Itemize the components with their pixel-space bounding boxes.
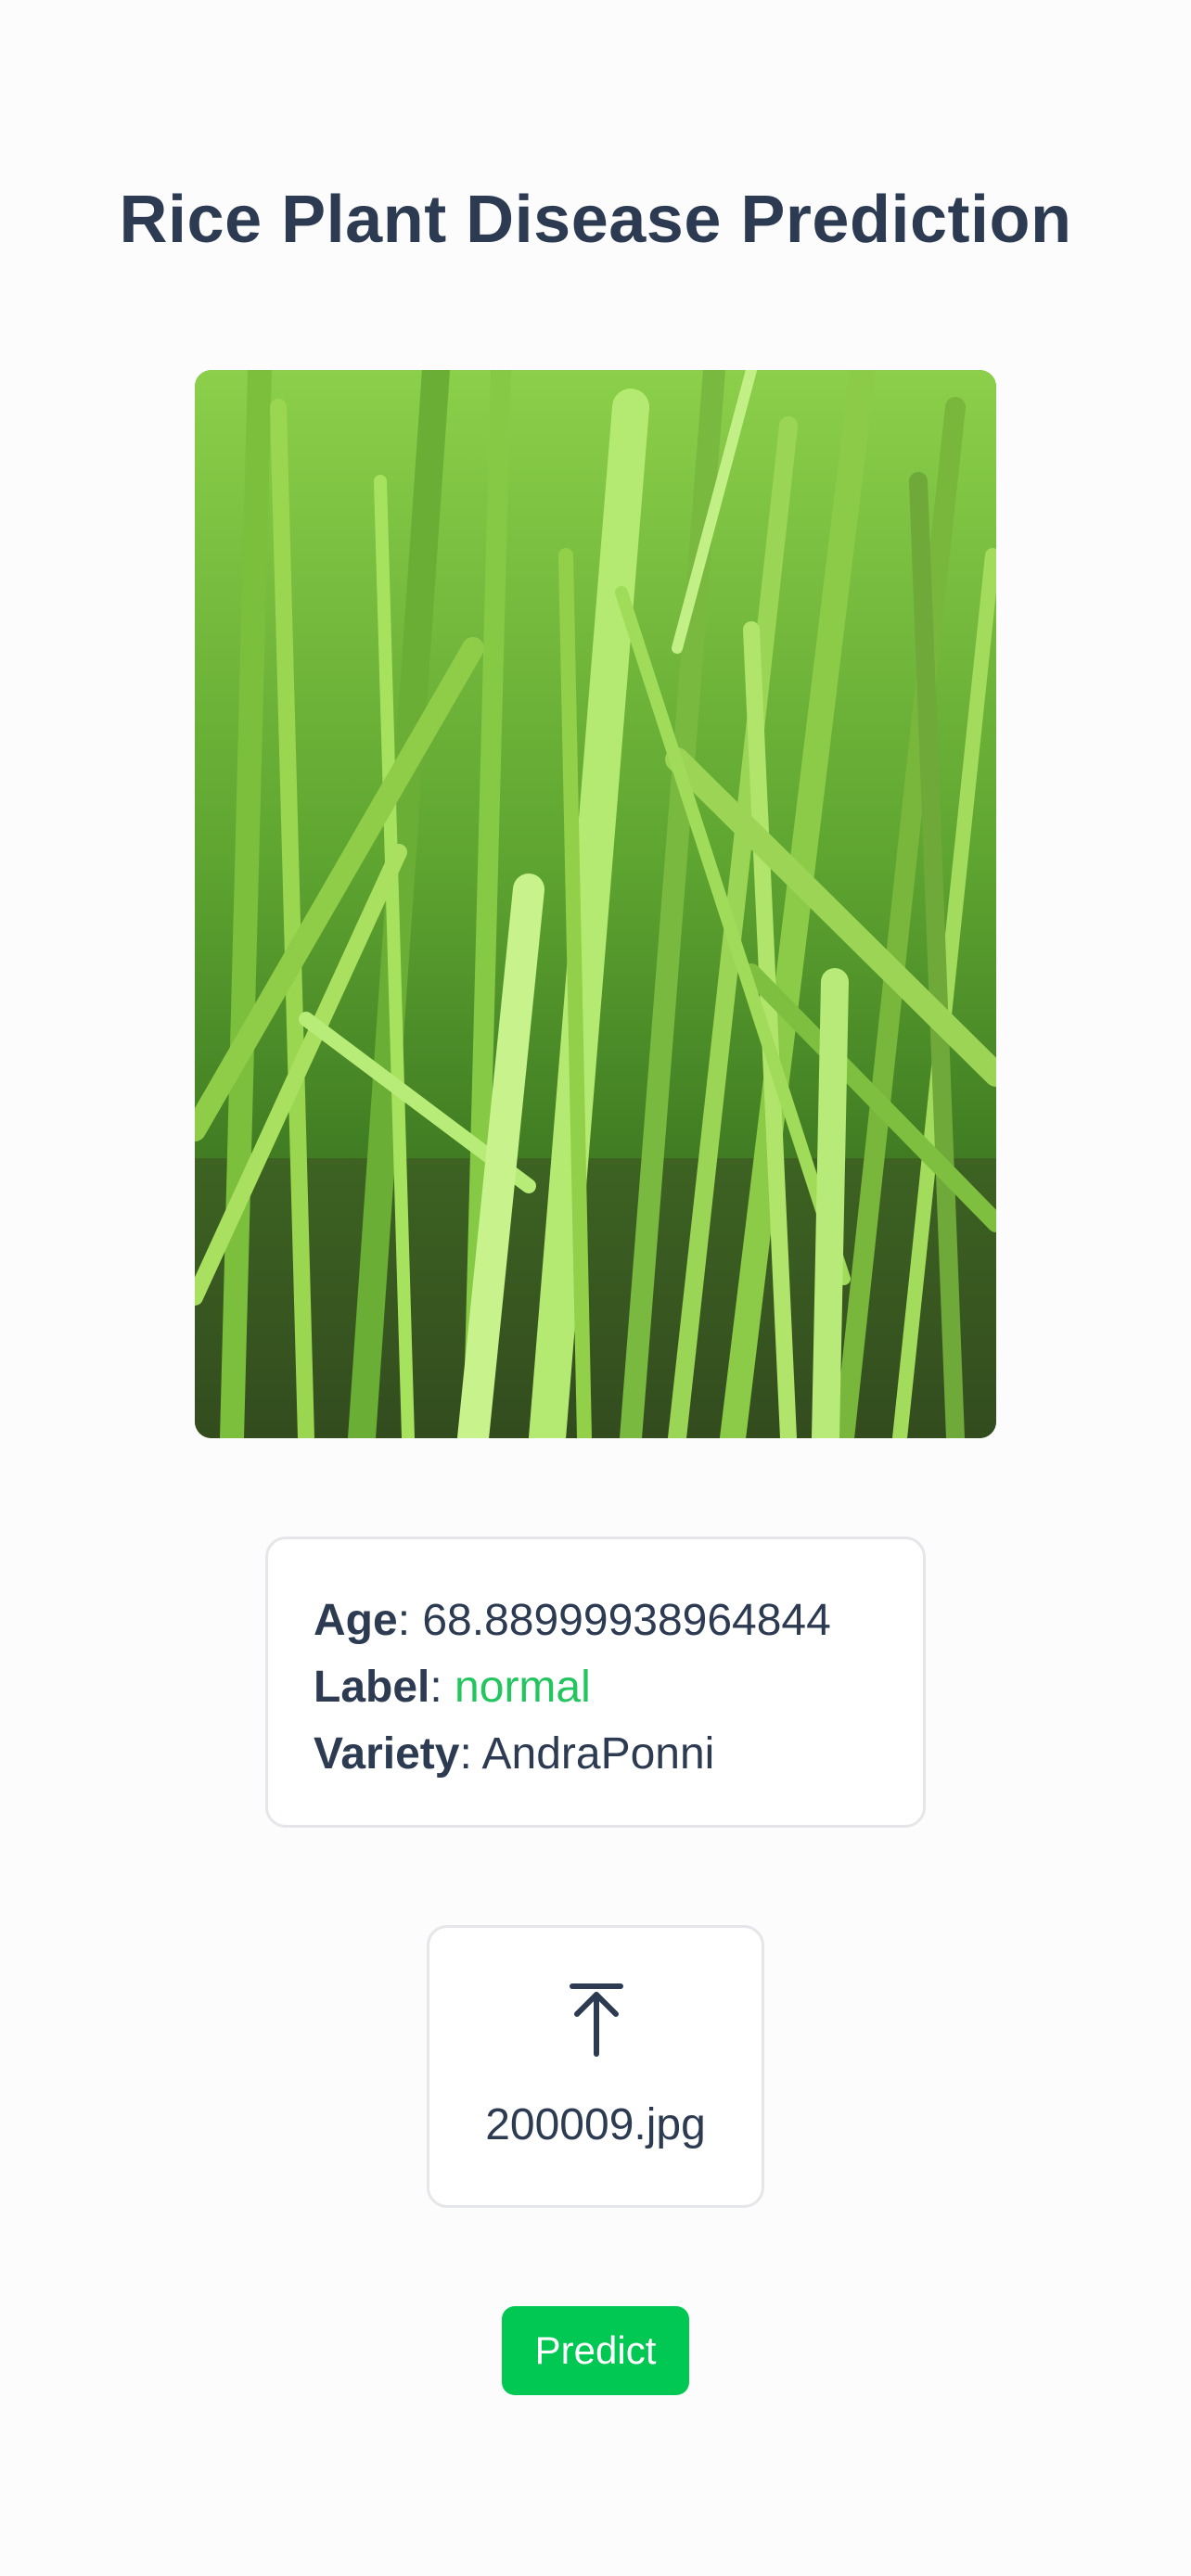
age-key: Age [314,1596,398,1645]
label-row: Label: normal [314,1654,923,1721]
prediction-result-card: Age: 68.88999938964844 Label: normal Var… [265,1537,926,1828]
upload-icon [570,1983,623,2057]
plant-image-drawing [195,370,996,1438]
variety-separator: : [459,1729,482,1779]
age-value: 68.88999938964844 [422,1596,831,1645]
predict-button[interactable]: Predict [502,2306,689,2395]
page-title: Rice Plant Disease Prediction [119,183,1072,257]
variety-row: Variety: AndraPonni [314,1721,923,1788]
variety-value: AndraPonni [481,1729,715,1779]
label-key: Label [314,1663,430,1712]
label-separator: : [429,1663,455,1712]
age-row: Age: 68.88999938964844 [314,1588,923,1654]
uploaded-file-name: 200009.jpg [485,2100,706,2149]
age-separator: : [397,1596,423,1645]
label-value: normal [455,1663,591,1712]
variety-key: Variety [314,1729,460,1779]
file-upload-box[interactable]: 200009.jpg [427,1925,764,2208]
plant-image [195,370,996,1438]
